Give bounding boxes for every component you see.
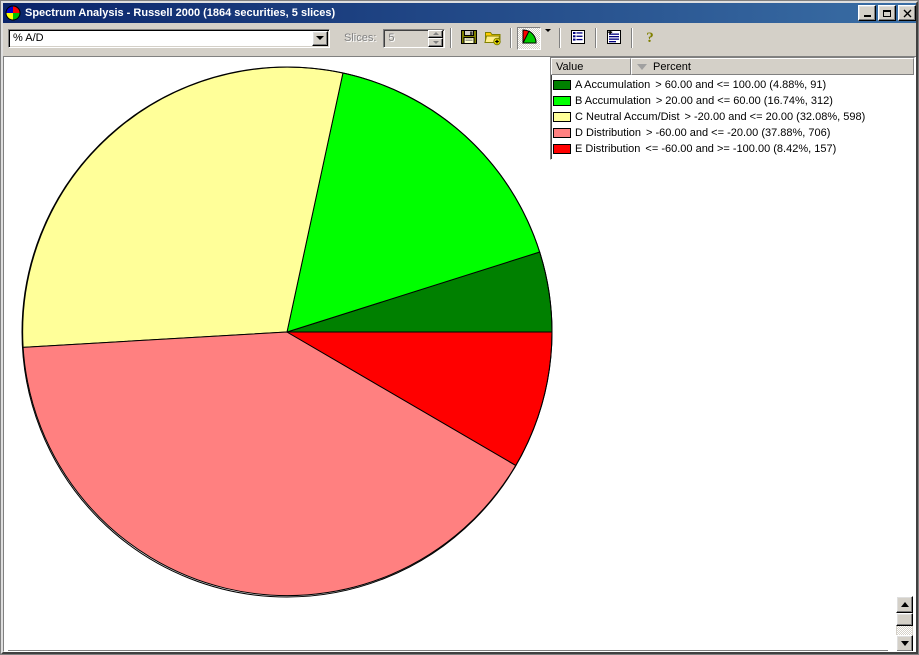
- toolbar-separator: [631, 28, 634, 48]
- window-controls: [858, 5, 916, 21]
- legend-swatch: [553, 112, 571, 122]
- legend-item-name: B Accumulation: [575, 95, 651, 107]
- legend-item-range: > 20.00 and <= 60.00 (16.74%, 312): [655, 95, 833, 107]
- scroll-up-button[interactable]: [896, 596, 913, 613]
- legend-rows: A Accumulation > 60.00 and <= 100.00 (4.…: [551, 75, 914, 157]
- list-item[interactable]: D Distribution > -60.00 and <= -20.00 (3…: [551, 125, 914, 141]
- window-title: Spectrum Analysis - Russell 2000 (1864 s…: [25, 7, 336, 19]
- report-list-icon: [570, 29, 586, 48]
- legend-column-value-label: Value: [556, 60, 584, 73]
- legend-swatch: [553, 144, 571, 154]
- chart-canvas: Value Percent A Accumulation > 60.00 and…: [3, 56, 918, 652]
- slices-increment-button[interactable]: [428, 29, 444, 38]
- field-selector-value: % A/D: [13, 32, 44, 44]
- list-item[interactable]: E Distribution <= -60.00 and >= -100.00 …: [551, 141, 914, 157]
- report-add-icon: [606, 29, 622, 48]
- legend-item-name: C Neutral Accum/Dist: [575, 111, 680, 123]
- pie-chart-view-icon: [521, 28, 538, 48]
- help-icon: ?: [642, 29, 658, 48]
- scroll-up-icon: [900, 602, 909, 607]
- slices-value: 5: [388, 32, 395, 44]
- open-add-button[interactable]: [481, 27, 505, 50]
- footer-vertical-scrollbar[interactable]: [896, 596, 913, 651]
- chevron-down-icon: [544, 29, 551, 44]
- slices-decrement-button[interactable]: [428, 38, 444, 47]
- slices-stepper[interactable]: 5: [383, 28, 446, 48]
- pie-chart-view-button[interactable]: [517, 26, 542, 50]
- chart-type-dropdown-button[interactable]: [541, 27, 554, 50]
- legend-item-name: A Accumulation: [575, 79, 651, 91]
- scrollbar-thumb[interactable]: [896, 613, 913, 626]
- close-button[interactable]: [898, 5, 916, 21]
- scroll-down-icon: [900, 641, 909, 646]
- svg-text:?: ?: [647, 30, 655, 45]
- maximize-button[interactable]: [878, 5, 896, 21]
- legend-item-range: > 60.00 and <= 100.00 (4.88%, 91): [655, 79, 827, 91]
- list-item[interactable]: B Accumulation > 20.00 and <= 60.00 (16.…: [551, 93, 914, 109]
- legend-column-percent-label: Percent: [653, 60, 691, 73]
- list-item[interactable]: A Accumulation > 60.00 and <= 100.00 (4.…: [551, 77, 914, 93]
- legend-container: Value Percent A Accumulation > 60.00 and…: [550, 57, 915, 160]
- legend-swatch: [553, 96, 571, 106]
- close-icon: [899, 6, 915, 20]
- legend-item-range: > -20.00 and <= 20.00 (32.08%, 598): [684, 111, 866, 123]
- pie-chart: [21, 66, 553, 598]
- maximize-icon: [879, 6, 895, 20]
- legend-item-range: <= -60.00 and >= -100.00 (8.42%, 157): [645, 143, 837, 155]
- toolbar-separator: [510, 28, 513, 48]
- minimize-button[interactable]: [858, 5, 876, 21]
- legend-item-name: D Distribution: [575, 127, 642, 139]
- legend-item-name: E Distribution: [575, 143, 641, 155]
- scroll-down-button[interactable]: [896, 635, 913, 651]
- slices-spin-buttons[interactable]: [428, 29, 444, 47]
- chevron-down-icon[interactable]: [312, 30, 328, 46]
- title-bar[interactable]: Spectrum Analysis - Russell 2000 (1864 s…: [3, 3, 918, 23]
- legend-swatch: [553, 80, 571, 90]
- legend-header: Value Percent: [551, 58, 914, 75]
- minimize-icon: [859, 6, 875, 20]
- spectrum-analysis-window: Spectrum Analysis - Russell 2000 (1864 s…: [0, 0, 919, 655]
- toolbar-separator: [559, 28, 562, 48]
- pie-chart-app-icon: [5, 5, 21, 21]
- open-add-icon: [484, 28, 502, 49]
- save-icon: [460, 28, 478, 49]
- legend-column-value[interactable]: Value: [551, 58, 631, 75]
- legend-item-range: > -60.00 and <= -20.00 (37.88%, 706): [646, 127, 831, 139]
- legend-panel: Value Percent A Accumulation > 60.00 and…: [550, 57, 915, 160]
- field-selector-combo[interactable]: % A/D: [8, 28, 330, 48]
- help-button[interactable]: ?: [638, 27, 662, 50]
- report-list-button[interactable]: [566, 27, 590, 50]
- legend-column-percent[interactable]: Percent: [631, 58, 914, 75]
- toolbar-separator: [450, 28, 453, 48]
- toolbar-separator: [595, 28, 598, 48]
- legend-swatch: [553, 128, 571, 138]
- report-add-button[interactable]: [602, 27, 626, 50]
- list-item[interactable]: C Neutral Accum/Dist > -20.00 and <= 20.…: [551, 109, 914, 125]
- toolbar: % A/D Slices: 5 ?: [3, 24, 918, 52]
- sort-descending-icon: [637, 63, 647, 70]
- footer-divider: [8, 650, 888, 651]
- slices-label: Slices:: [344, 32, 377, 44]
- save-button[interactable]: [457, 27, 481, 50]
